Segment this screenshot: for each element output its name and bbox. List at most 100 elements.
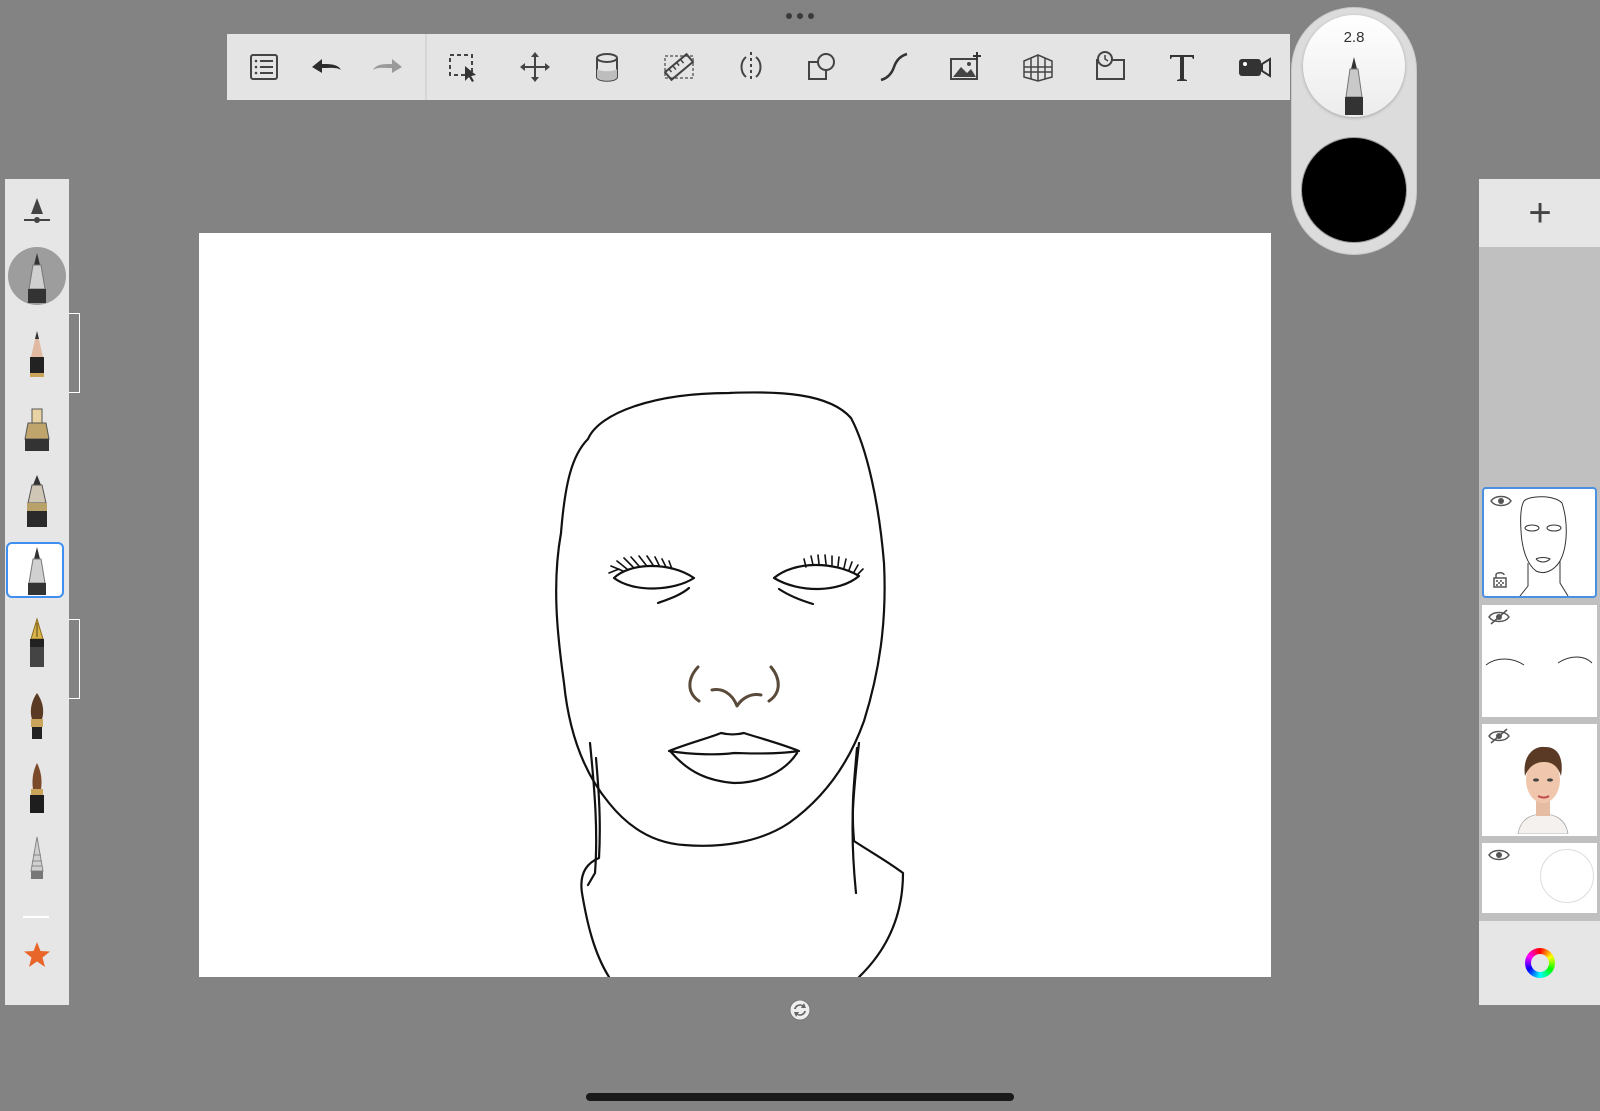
brush-size-puck[interactable]: 2.8 xyxy=(1303,15,1405,117)
eye-hidden-icon[interactable] xyxy=(1488,728,1510,744)
shapes-icon xyxy=(808,53,836,80)
ink-pen-brush[interactable] xyxy=(5,469,69,533)
layer-thumbnail-face-lineart[interactable] xyxy=(1482,487,1597,598)
selection-button[interactable] xyxy=(441,45,485,89)
airbrush-icon xyxy=(30,763,44,813)
redo-icon xyxy=(373,59,402,73)
blender-icon xyxy=(30,836,44,879)
ruler-icon xyxy=(663,52,695,82)
reference-portrait-image xyxy=(1517,746,1569,834)
add-layer-button[interactable]: + xyxy=(1479,179,1600,247)
toolbar-history-group xyxy=(227,34,427,100)
neck-right xyxy=(851,746,905,977)
eye-icon[interactable] xyxy=(1490,493,1512,509)
right-eye-lashes xyxy=(803,554,864,575)
pencil-icon xyxy=(30,331,44,377)
record-icon xyxy=(1238,57,1271,78)
upper-lip xyxy=(667,731,801,756)
curve-icon xyxy=(880,52,908,82)
eye-icon[interactable] xyxy=(1488,847,1510,863)
marker-icon xyxy=(24,408,50,451)
time-lapse-button[interactable] xyxy=(1088,45,1132,89)
layer-thumbnail-reference-photo[interactable] xyxy=(1482,724,1597,836)
ballpoint-pen-brush[interactable] xyxy=(5,541,69,601)
fountain-pen-icon xyxy=(30,617,44,667)
favorites-star-icon xyxy=(24,942,50,967)
list-icon xyxy=(250,54,278,80)
lower-lip xyxy=(669,750,799,785)
neck-right-inner xyxy=(851,741,861,895)
layer-thumbnail-eyebrows[interactable] xyxy=(1482,605,1597,717)
record-button[interactable] xyxy=(1232,45,1276,89)
undo-icon xyxy=(312,59,341,73)
marker-brush[interactable] xyxy=(5,397,69,461)
left-eye-crease xyxy=(656,586,691,605)
left-eye-lashes xyxy=(608,555,673,574)
transform-button[interactable] xyxy=(513,45,557,89)
symmetry-icon xyxy=(740,52,762,82)
current-brush-icon xyxy=(28,253,46,303)
current-color-swatch[interactable] xyxy=(1302,138,1406,242)
add-image-button[interactable] xyxy=(944,45,988,89)
paint-brush-icon xyxy=(30,693,44,739)
home-indicator[interactable] xyxy=(586,1093,1014,1101)
brush-size-value: 2.8 xyxy=(1343,29,1365,46)
right-eye-crease xyxy=(777,587,815,606)
fill-bucket-button[interactable] xyxy=(585,45,629,89)
eye-hidden-icon[interactable] xyxy=(1488,609,1510,625)
shapes-button[interactable] xyxy=(800,45,844,89)
lock-icon[interactable] xyxy=(1492,570,1508,588)
text-button[interactable] xyxy=(1160,45,1204,89)
face-line-drawing xyxy=(555,391,905,977)
favorites-button[interactable] xyxy=(5,925,69,985)
right-eye xyxy=(772,563,861,591)
curve-button[interactable] xyxy=(872,45,916,89)
paint-brush[interactable] xyxy=(5,685,69,749)
layer-thumbnail-background[interactable] xyxy=(1482,843,1597,913)
transform-icon xyxy=(519,52,550,82)
perspective-grid-icon xyxy=(1023,54,1053,82)
ruler-button[interactable] xyxy=(657,45,701,89)
add-layer-label: + xyxy=(1528,190,1552,235)
airbrush-brush[interactable] xyxy=(5,757,69,821)
background-color-swatch[interactable] xyxy=(1540,849,1594,903)
redo-button[interactable] xyxy=(366,45,410,89)
list-button[interactable] xyxy=(242,45,286,89)
brush-settings-icon xyxy=(24,198,50,223)
dot-icon xyxy=(797,13,803,19)
layer-preview xyxy=(1485,656,1593,666)
left-eye xyxy=(612,564,696,590)
nose xyxy=(688,665,780,708)
palette-divider xyxy=(23,916,49,918)
fountain-pen-brush[interactable] xyxy=(5,613,69,677)
text-icon xyxy=(1170,55,1195,81)
selection-icon xyxy=(448,54,476,82)
blender-brush[interactable] xyxy=(5,829,69,893)
current-brush-button[interactable] xyxy=(5,247,69,307)
palette-tab-bottom[interactable] xyxy=(69,619,80,699)
color-editor-area xyxy=(1479,921,1600,1005)
symmetry-button[interactable] xyxy=(729,45,773,89)
perspective-grid-button[interactable] xyxy=(1016,45,1060,89)
pencil-brush[interactable] xyxy=(5,325,69,389)
canvas-rotate-icon[interactable] xyxy=(789,999,811,1021)
time-lapse-icon xyxy=(1096,51,1126,80)
add-image-icon xyxy=(950,52,982,80)
ballpoint-pen-icon xyxy=(28,547,46,595)
layer-preview xyxy=(1519,496,1569,596)
color-wheel-icon[interactable] xyxy=(1525,948,1555,978)
fill-bucket-icon xyxy=(595,53,618,82)
ballpoint-pen-icon xyxy=(1345,57,1363,115)
dot-icon xyxy=(808,13,814,19)
ink-pen-icon xyxy=(27,475,47,527)
undo-button[interactable] xyxy=(304,45,348,89)
brush-palette xyxy=(5,179,69,1005)
dot-icon xyxy=(786,13,792,19)
toolbar-tools-group xyxy=(427,34,1290,100)
palette-tab-top[interactable] xyxy=(69,313,80,393)
top-toolbar xyxy=(227,34,1290,100)
head-outline xyxy=(555,391,886,847)
more-options-handle[interactable] xyxy=(770,10,830,22)
drawing-canvas[interactable] xyxy=(199,233,1271,977)
brush-settings-button[interactable] xyxy=(5,187,69,237)
